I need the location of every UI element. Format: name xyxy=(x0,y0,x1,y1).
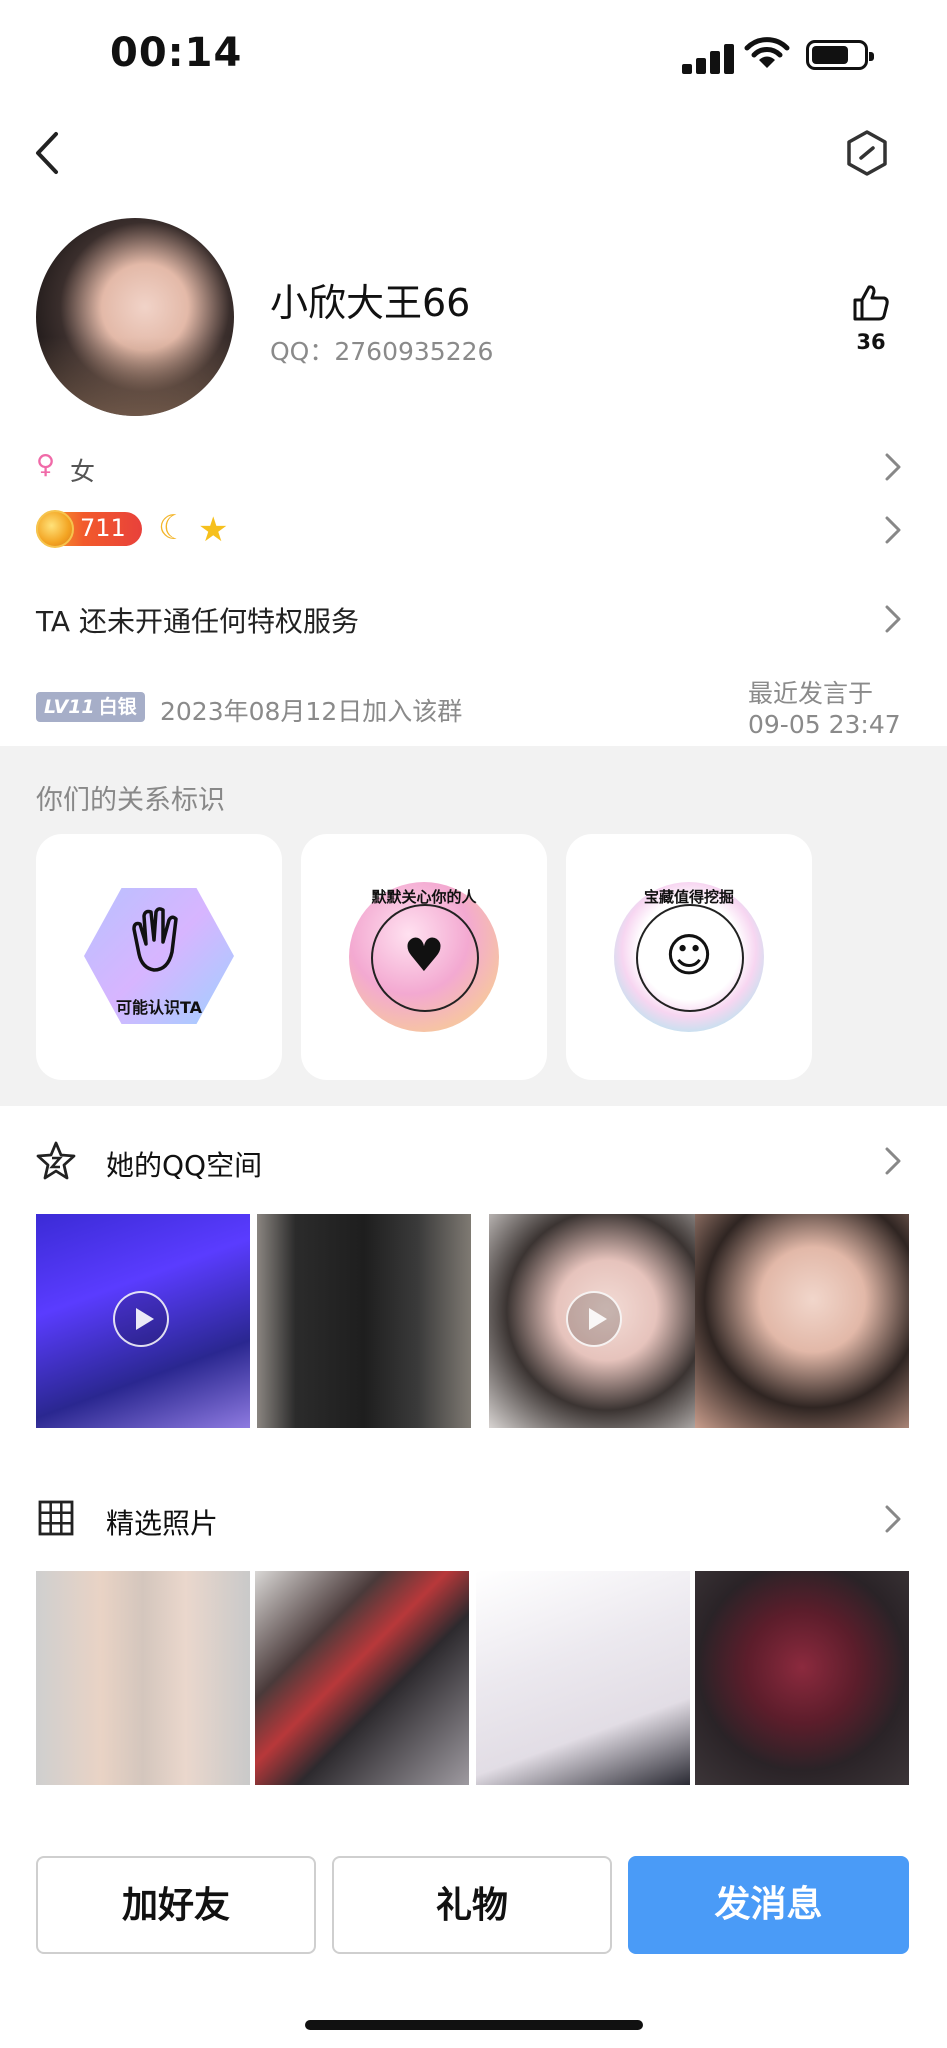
relation-badge-card[interactable]: ☺ 宝藏值得挖掘 xyxy=(566,834,812,1080)
level-rank: 白银 xyxy=(98,696,137,718)
badge-label: 宝藏值得挖掘 xyxy=(643,888,734,906)
qzone-video-thumb[interactable] xyxy=(36,1214,250,1428)
battery-icon xyxy=(806,40,874,70)
thumbs-up-icon[interactable] xyxy=(850,282,892,324)
profile-name: 小欣大王66 xyxy=(270,281,471,325)
badge-label: 默默关心你的人 xyxy=(371,888,477,906)
featured-photo-thumb[interactable] xyxy=(476,1571,690,1785)
qzone-title: 她的QQ空间 xyxy=(106,1149,263,1182)
avatar[interactable] xyxy=(36,218,234,416)
signal-icon xyxy=(682,44,734,74)
qzone-star-icon xyxy=(36,1141,76,1180)
chevron-right-icon[interactable] xyxy=(884,1146,902,1176)
play-icon[interactable] xyxy=(113,1291,169,1347)
qzone-photo-thumb[interactable] xyxy=(257,1214,471,1428)
badge-label: 可能认识TA xyxy=(115,998,203,1017)
female-icon: ♀ xyxy=(36,450,56,480)
moon-icon: ☾ xyxy=(158,508,189,548)
last-speak-label: 最近发言于 xyxy=(748,679,874,708)
chevron-right-icon[interactable] xyxy=(884,452,902,482)
coin-icon xyxy=(36,510,74,548)
home-indicator xyxy=(305,2020,643,2030)
wifi-icon xyxy=(744,37,790,68)
status-time: 00:14 xyxy=(110,30,243,76)
photos-title: 精选照片 xyxy=(106,1507,219,1540)
relation-title: 你们的关系标识 xyxy=(36,785,225,816)
relation-badge-card[interactable]: 可能认识TA xyxy=(36,834,282,1080)
level-number: 711 xyxy=(80,514,126,542)
gift-button[interactable]: 礼物 xyxy=(332,1856,612,1954)
gender-text: 女 xyxy=(70,457,96,486)
chevron-right-icon[interactable] xyxy=(884,1504,902,1534)
join-date: 2023年08月12日加入该群 xyxy=(160,697,463,726)
qzone-photo-thumb[interactable] xyxy=(695,1214,909,1428)
privilege-text[interactable]: TA 还未开通任何特权服务 xyxy=(36,600,359,640)
relation-badge-card[interactable]: ♥ 默默关心你的人 xyxy=(301,834,547,1080)
add-friend-button[interactable]: 加好友 xyxy=(36,1856,316,1954)
group-level-tag: LV11 白银 xyxy=(36,692,145,722)
chevron-right-icon[interactable] xyxy=(884,515,902,545)
grid-icon xyxy=(38,1500,74,1536)
star-icon: ★ xyxy=(198,510,229,550)
featured-photo-thumb[interactable] xyxy=(695,1571,909,1785)
chevron-right-icon[interactable] xyxy=(884,604,902,634)
settings-hexagon-icon[interactable] xyxy=(842,128,892,178)
featured-photo-thumb[interactable] xyxy=(36,1571,250,1785)
qq-number: QQ：2760935226 xyxy=(270,337,494,366)
featured-photo-thumb[interactable] xyxy=(255,1571,469,1785)
send-message-button[interactable]: 发消息 xyxy=(628,1856,909,1954)
last-speak-time: 09-05 23:47 xyxy=(748,710,901,739)
play-icon[interactable] xyxy=(566,1291,622,1347)
level-prefix: LV11 xyxy=(44,696,95,718)
back-arrow-icon[interactable] xyxy=(28,128,68,178)
hand-icon xyxy=(132,907,178,972)
qzone-video-thumb[interactable] xyxy=(489,1214,703,1428)
like-count: 36 xyxy=(856,330,886,354)
